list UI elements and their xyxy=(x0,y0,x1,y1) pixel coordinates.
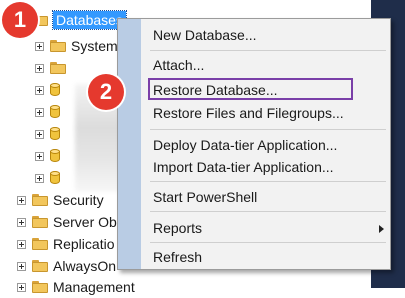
step-badge-2: 2 xyxy=(88,74,124,110)
menu-item-import-data-tier[interactable]: Import Data-tier Application... xyxy=(153,156,334,178)
expand-icon[interactable] xyxy=(35,41,44,51)
tree-node-label: Security xyxy=(53,192,104,208)
submenu-arrow-icon xyxy=(379,225,384,233)
database-icon xyxy=(50,171,60,185)
database-icon xyxy=(50,127,60,141)
expand-icon[interactable] xyxy=(17,282,26,292)
tree-node-database[interactable] xyxy=(35,101,66,123)
expand-icon[interactable] xyxy=(35,85,44,95)
folder-icon xyxy=(50,40,66,52)
expand-icon[interactable] xyxy=(17,261,26,271)
expand-icon[interactable] xyxy=(35,173,44,183)
tree-node-system-databases[interactable]: System xyxy=(35,35,118,57)
tree-node-database[interactable] xyxy=(35,145,66,167)
menu-separator xyxy=(150,129,386,130)
tree-node-label: AlwaysOn xyxy=(53,258,117,274)
expand-icon[interactable] xyxy=(35,107,44,117)
tree-node-database[interactable] xyxy=(35,167,66,189)
tree-node-label: Replicatio xyxy=(53,236,115,252)
menu-separator xyxy=(150,211,386,212)
folder-icon xyxy=(32,216,48,228)
expand-icon[interactable] xyxy=(35,129,44,139)
database-icon xyxy=(50,149,60,163)
menu-item-start-powershell[interactable]: Start PowerShell xyxy=(153,186,257,208)
menu-item-refresh[interactable]: Refresh xyxy=(153,246,202,268)
highlight-box xyxy=(148,78,353,100)
tree-node-label: Databases xyxy=(52,10,127,30)
context-menu: New Database... Attach... Restore Databa… xyxy=(117,18,391,270)
menu-item-reports[interactable]: Reports xyxy=(153,217,202,239)
tree-node-management[interactable]: Management xyxy=(17,276,135,298)
tree-node-security[interactable]: Security xyxy=(17,189,104,211)
tree-node-label: System xyxy=(71,38,118,54)
database-icon xyxy=(50,105,60,119)
menu-separator xyxy=(150,242,386,243)
database-icon xyxy=(50,83,60,97)
folder-icon xyxy=(32,260,48,272)
menu-separator xyxy=(150,50,386,51)
expand-icon[interactable] xyxy=(17,217,26,227)
menu-item-attach[interactable]: Attach... xyxy=(153,54,204,76)
folder-icon xyxy=(32,281,48,293)
tree-node-server-objects[interactable]: Server Ob xyxy=(17,211,117,233)
step-badge-1: 1 xyxy=(2,2,38,38)
tree-node-database[interactable] xyxy=(35,79,66,101)
folder-icon xyxy=(32,194,48,206)
tree-node-replication[interactable]: Replicatio xyxy=(17,233,114,255)
tree-node-alwayson[interactable]: AlwaysOn xyxy=(17,255,116,277)
expand-icon[interactable] xyxy=(17,239,26,249)
expand-icon[interactable] xyxy=(35,151,44,161)
expand-icon[interactable] xyxy=(35,63,44,73)
expand-icon[interactable] xyxy=(17,195,26,205)
menu-icon-gutter xyxy=(118,19,141,269)
tree-node-label: Server Ob xyxy=(53,214,117,230)
tree-node-label: Management xyxy=(53,279,135,295)
menu-item-deploy-data-tier[interactable]: Deploy Data-tier Application... xyxy=(153,134,337,156)
menu-separator xyxy=(150,181,386,182)
menu-item-new-database[interactable]: New Database... xyxy=(153,24,257,46)
tree-node-database[interactable] xyxy=(35,123,66,145)
tree-node-folder[interactable] xyxy=(35,57,71,79)
folder-icon xyxy=(32,238,48,250)
menu-item-restore-files-filegroups[interactable]: Restore Files and Filegroups... xyxy=(153,102,344,124)
folder-icon xyxy=(50,62,66,74)
